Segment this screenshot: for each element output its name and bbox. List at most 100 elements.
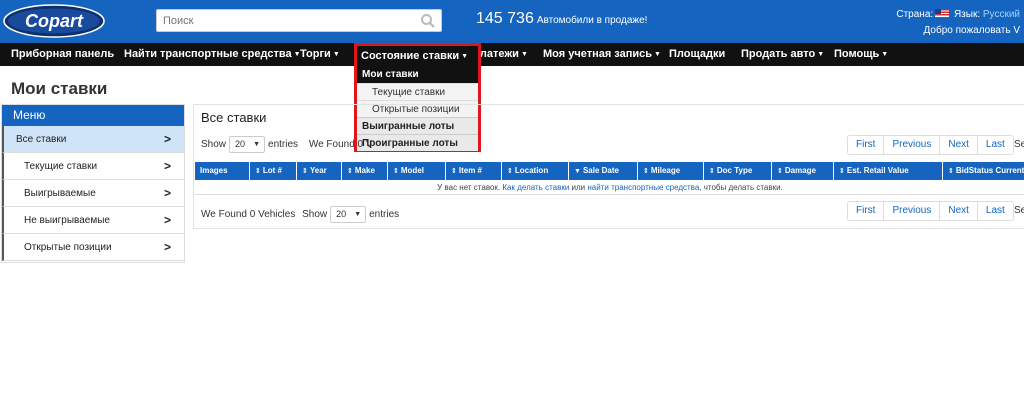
col-doc-type[interactable]: ⇕ Doc Type: [704, 162, 772, 180]
show-label: Show: [302, 209, 328, 221]
nav-my-account[interactable]: Моя учетная запись ▼: [543, 43, 661, 66]
col-location[interactable]: ⇕ Location: [502, 162, 569, 180]
sidebar-menu: Меню Все ставки > Текущие ставки > Выигрыв…: [1, 104, 185, 263]
bottom-length-control: We Found 0 Vehicles Show 20 ▼ entries: [201, 206, 399, 223]
page-size-select-bottom[interactable]: 20 ▼: [330, 206, 367, 223]
sort-icon: ⇕: [709, 168, 715, 175]
find-vehicles-link[interactable]: найти транспортные средства: [587, 183, 699, 192]
previous-button[interactable]: Previous: [884, 136, 941, 154]
sort-desc-icon: ▼: [574, 168, 581, 175]
col-make[interactable]: ⇕ Make: [342, 162, 388, 180]
sort-icon: ⇕: [507, 168, 513, 175]
col-sale-date[interactable]: ▼ Sale Date: [569, 162, 638, 180]
pagination-top: First Previous Next Last: [847, 135, 1014, 155]
search-icon[interactable]: [420, 13, 436, 29]
caret-down-icon: ▼: [520, 51, 528, 58]
entries-label: entries: [268, 139, 299, 151]
header-right: Страна: Язык: Русский Добро пожаловать V: [896, 7, 1020, 39]
nav-auctions[interactable]: Торги ▼: [300, 43, 340, 66]
col-images[interactable]: Images: [195, 162, 250, 180]
sort-icon: ⇕: [643, 168, 649, 175]
nav-locations[interactable]: Площадки: [669, 43, 725, 66]
top-header: Copart 145 736Автомобили в продаже! Стра…: [0, 0, 1024, 43]
col-item[interactable]: ⇕ Item #: [446, 162, 502, 180]
col-year[interactable]: ⇕ Year: [297, 162, 342, 180]
sort-icon: ⇕: [948, 168, 954, 175]
col-est-retail-value[interactable]: ⇕ Est. Retail Value: [834, 162, 943, 180]
chevron-right-icon: >: [163, 159, 171, 173]
nav-bid-status[interactable]: Состояние ставки ▼: [357, 46, 478, 66]
search-box[interactable]: [156, 9, 442, 32]
nav-help[interactable]: Помощь ▼: [834, 43, 888, 66]
col-mileage[interactable]: ⇕ Mileage: [638, 162, 704, 180]
col-lot[interactable]: ⇕ Lot #: [250, 162, 297, 180]
caret-down-icon: ▼: [654, 51, 661, 58]
show-label: Show: [201, 139, 227, 151]
caret-down-icon: ▼: [881, 51, 889, 58]
sort-icon: ⇕: [347, 168, 353, 175]
first-button-bottom[interactable]: First: [848, 202, 885, 220]
sidebar-item-current-bids[interactable]: Текущие ставки >: [2, 153, 184, 180]
sidebar-item-winning[interactable]: Выигрываемые >: [2, 180, 184, 207]
sort-icon: ⇕: [839, 168, 845, 175]
copart-logo[interactable]: Copart: [3, 4, 105, 38]
previous-button-bottom[interactable]: Previous: [884, 202, 941, 220]
entries-label: entries: [369, 209, 400, 221]
language-label: Язык:: [953, 9, 981, 20]
last-button-bottom[interactable]: Last: [977, 202, 1013, 220]
col-damage[interactable]: ⇕ Damage: [772, 162, 834, 180]
caret-down-icon: ▼: [461, 53, 469, 60]
next-button[interactable]: Next: [940, 136, 978, 154]
sidebar-item-open-positions[interactable]: Открытые позиции >: [2, 234, 184, 261]
caret-down-icon: ▼: [332, 51, 340, 58]
first-button[interactable]: First: [848, 136, 885, 154]
sidebar-item-all-bids[interactable]: Все ставки >: [2, 126, 184, 153]
col-bid-status[interactable]: ⇕BidStatus CurrentBi: [943, 162, 1024, 180]
search-label-top: Sea: [1014, 139, 1024, 150]
pagination-bottom: First Previous Next Last: [847, 201, 1014, 221]
vehicle-counter: 145 736 Автомобили в продаже!: [476, 10, 647, 28]
main-nav: Приборная панель Найти транспортные сред…: [0, 43, 1024, 66]
sort-icon: ⇕: [255, 168, 261, 175]
sidebar-header: Меню: [2, 105, 184, 126]
col-model[interactable]: ⇕ Model: [388, 162, 446, 180]
chevron-right-icon: >: [163, 213, 171, 227]
found-count-bottom: We Found 0 Vehicles: [201, 209, 296, 221]
how-to-bid-link[interactable]: Как делать ставки: [502, 183, 569, 192]
panel-title: Все ставки: [201, 110, 267, 125]
bids-panel: Все ставки Show 20 ▼ entries We Found 0 V F…: [193, 104, 1024, 229]
search-label-bottom: Sea: [1014, 205, 1024, 216]
vehicle-count: 145 736: [476, 10, 534, 27]
dropdown-my-bids[interactable]: Мои ставки: [357, 66, 478, 83]
caret-down-icon: ▼: [817, 51, 825, 58]
us-flag-icon[interactable]: [935, 9, 950, 18]
last-button[interactable]: Last: [977, 136, 1013, 154]
sort-icon: ⇕: [451, 168, 457, 175]
welcome-text[interactable]: Добро пожаловать V: [896, 23, 1020, 39]
chevron-right-icon: >: [163, 132, 171, 146]
language-selector[interactable]: Русский: [983, 9, 1020, 20]
empty-table-message: У вас нет ставок. Как делать ставки или …: [195, 180, 1024, 195]
page-title: Мои ставки: [11, 79, 108, 98]
sort-icon: ⇕: [777, 168, 783, 175]
chevron-right-icon: >: [163, 186, 171, 200]
sort-icon: ⇕: [393, 168, 399, 175]
search-input[interactable]: [157, 10, 412, 31]
top-length-control: Show 20 ▼ entries We Found 0 V: [201, 136, 373, 153]
chevron-right-icon: >: [163, 240, 171, 254]
sidebar-item-not-winning[interactable]: Не выигрываемые >: [2, 207, 184, 234]
page-size-select[interactable]: 20 ▼: [229, 136, 266, 153]
nav-dashboard[interactable]: Приборная панель: [11, 43, 114, 66]
nav-find-vehicles[interactable]: Найти транспортные средства ▼: [124, 43, 301, 66]
vehicle-count-text: Автомобили в продаже!: [536, 15, 648, 26]
nav-sell-car[interactable]: Продать авто ▼: [741, 43, 824, 66]
next-button-bottom[interactable]: Next: [940, 202, 978, 220]
dropdown-current-bids[interactable]: Текущие ставки: [357, 83, 478, 100]
found-count-top: We Found 0 V: [308, 139, 373, 151]
logo-text: Copart: [25, 11, 84, 31]
select-arrow-icon: ▼: [354, 211, 362, 218]
sort-icon: ⇕: [302, 168, 308, 175]
country-label: Страна:: [896, 9, 934, 20]
select-arrow-icon: ▼: [253, 141, 261, 148]
table-header: Images ⇕ Lot # ⇕ Year ⇕ Make ⇕ Model ⇕ Item #…: [195, 162, 1024, 180]
